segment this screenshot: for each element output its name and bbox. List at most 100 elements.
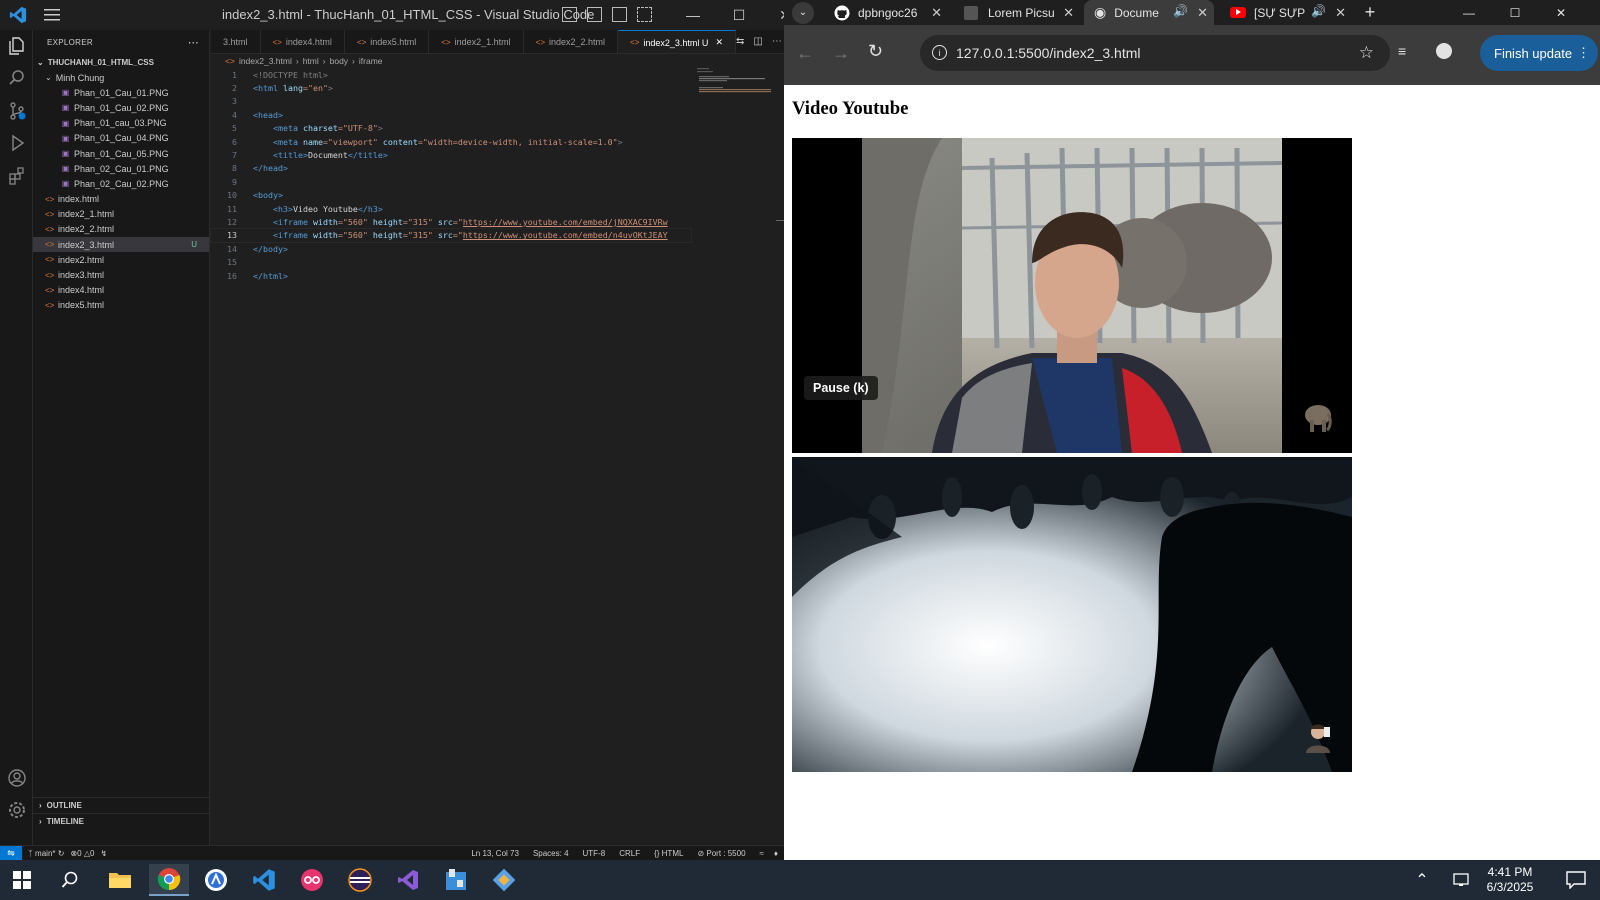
image-file-item[interactable]: ▣ Phan_02_Cau_01.PNG	[33, 161, 209, 176]
html-file-item[interactable]: <> index2_1.html	[33, 207, 209, 222]
taskbar-app-box[interactable]	[436, 864, 476, 896]
image-file-item[interactable]: ▣ Phan_01_Cau_01.PNG	[33, 85, 209, 100]
close-tab-icon[interactable]: ✕	[1197, 5, 1208, 21]
more-actions-icon[interactable]: ⋯	[188, 36, 199, 49]
taskbar-app-pink[interactable]	[292, 864, 332, 896]
close-tab-icon[interactable]: ✕	[715, 37, 723, 48]
code-url[interactable]: https://www.youtube.com/embed/jNQXAC9IVR…	[463, 217, 668, 227]
outline-section[interactable]: › OUTLINE	[33, 797, 210, 813]
broadcast-icon[interactable]: ≈	[760, 849, 764, 858]
code-editor[interactable]: 1 <!DOCTYPE html> 2 <html lang ="en" > 3 4 <h…	[210, 68, 692, 282]
image-file-item[interactable]: ▣ Phan_01_cau_03.PNG	[33, 116, 209, 131]
chrome-minimize-button[interactable]: —	[1446, 0, 1492, 25]
audio-playing-icon[interactable]: 🔊	[1311, 4, 1326, 18]
image-file-item[interactable]: ▣ Phan_01_Cau_04.PNG	[33, 131, 209, 146]
encoding[interactable]: UTF-8	[583, 849, 606, 858]
search-icon[interactable]	[7, 68, 27, 88]
tab-lorem-picsum[interactable]: Lorem Picsu ✕	[954, 0, 1080, 25]
html-file-item[interactable]: <> index.html	[33, 192, 209, 207]
back-arrow-icon[interactable]: ←	[796, 43, 814, 64]
taskbar-visual-studio[interactable]	[388, 864, 428, 896]
accounts-icon[interactable]	[7, 768, 27, 788]
youtube-embed-2[interactable]	[792, 457, 1352, 772]
html-file-item[interactable]: <> index2_3.html U	[33, 237, 209, 253]
tab-index4[interactable]: <> index4.html	[261, 30, 345, 53]
breadcrumb-body[interactable]: body	[330, 56, 348, 66]
address-bar[interactable]: i 127.0.0.1:5500/index2_3.html ☆	[920, 35, 1390, 71]
problems-status[interactable]: ⊗0 △0	[70, 849, 94, 858]
customize-layout-icon[interactable]	[637, 7, 652, 22]
indentation[interactable]: Spaces: 4	[533, 849, 569, 858]
image-file-item[interactable]: ▣ Phan_01_Cau_05.PNG	[33, 146, 209, 161]
taskbar-search-button[interactable]	[50, 864, 90, 896]
tab-index2-1[interactable]: <> index2_1.html	[429, 30, 524, 53]
tab-document[interactable]: ◉ Docume 🔊 ✕	[1084, 0, 1214, 25]
site-info-icon[interactable]: i	[932, 45, 947, 60]
maximize-button[interactable]: ☐	[716, 0, 762, 30]
toggle-secondary-sidebar-icon[interactable]	[612, 7, 627, 22]
html-file-item[interactable]: <> index5.html	[33, 298, 209, 313]
taskbar-file-explorer[interactable]	[100, 864, 140, 896]
system-clock[interactable]: 4:41 PM 6/3/2025	[1470, 865, 1550, 895]
breadcrumb-html[interactable]: html	[303, 56, 319, 66]
branch-status[interactable]: ᛉ main* ↻	[28, 849, 64, 858]
toggle-primary-sidebar-icon[interactable]	[562, 7, 577, 22]
close-tab-icon[interactable]: ✕	[1335, 5, 1346, 21]
html-file-item[interactable]: <> index2.html	[33, 252, 209, 267]
tab-index5[interactable]: <> index5.html	[345, 30, 430, 53]
lightning-icon[interactable]: ↯	[100, 849, 107, 858]
minimap[interactable]	[697, 68, 773, 108]
toggle-panel-icon[interactable]	[587, 7, 602, 22]
youtube-embed-1[interactable]: Pause (k)	[792, 138, 1352, 453]
timeline-section[interactable]: › TIMELINE	[33, 813, 210, 829]
close-tab-icon[interactable]: ✕	[1063, 5, 1074, 21]
start-button[interactable]	[2, 864, 42, 896]
folder-minh-chung[interactable]: ⌄ Minh Chung	[33, 70, 209, 85]
elephant-channel-icon[interactable]	[1300, 400, 1336, 436]
chrome-maximize-button[interactable]: ☐	[1492, 0, 1538, 25]
tab-youtube[interactable]: [SỰ SỰP 🔊 ✕	[1220, 0, 1352, 25]
source-control-icon[interactable]	[7, 101, 27, 121]
editor-scrollbar[interactable]	[776, 220, 784, 221]
channel-avatar-icon[interactable]	[1300, 719, 1336, 755]
taskbar-chrome[interactable]	[149, 864, 189, 896]
split-editor-icon[interactable]: ◫	[753, 36, 762, 47]
compare-changes-icon[interactable]: ⇆	[736, 36, 744, 47]
language-mode[interactable]: {} HTML	[654, 849, 683, 858]
cursor-position[interactable]: Ln 13, Col 73	[471, 849, 519, 858]
tab-index3[interactable]: 3.html	[211, 30, 261, 53]
taskbar-vscode[interactable]	[244, 864, 284, 896]
settings-gear-icon[interactable]	[7, 800, 27, 820]
audio-playing-icon[interactable]: 🔊	[1173, 4, 1188, 18]
hamburger-menu-icon[interactable]	[44, 8, 60, 22]
live-server-port[interactable]: ⊘ Port : 5500	[697, 849, 745, 858]
tab-index2-3[interactable]: <> index2_3.html U ✕	[618, 30, 736, 53]
bookmark-star-icon[interactable]: ☆	[1359, 43, 1374, 63]
run-and-debug-icon[interactable]	[7, 133, 27, 153]
image-file-item[interactable]: ▣ Phan_01_Cau_02.PNG	[33, 100, 209, 115]
show-hidden-icons-button[interactable]: ⌃	[1402, 864, 1442, 896]
more-actions-icon[interactable]: ⋯	[772, 36, 782, 47]
html-file-item[interactable]: <> index2_2.html	[33, 222, 209, 237]
tab-github[interactable]: dpbngoc26 ✕	[824, 0, 948, 25]
html-file-item[interactable]: <> index3.html	[33, 267, 209, 282]
remote-indicator-icon[interactable]: ⇋	[0, 845, 22, 861]
chrome-close-button[interactable]: ✕	[1538, 0, 1584, 25]
reload-icon[interactable]: ↻	[868, 41, 883, 62]
forward-arrow-icon[interactable]: →	[832, 43, 850, 64]
code-url[interactable]: https://www.youtube.com/embed/n4uvOKtJEA…	[463, 230, 668, 240]
extensions-icon[interactable]	[7, 166, 27, 186]
finish-update-button[interactable]: Finish update ⋮	[1480, 35, 1598, 71]
profile-avatar-icon[interactable]	[1436, 43, 1452, 59]
breadcrumb-iframe[interactable]: iframe	[359, 56, 383, 66]
minimize-button[interactable]: —	[670, 0, 716, 30]
close-tab-icon[interactable]: ✕	[931, 5, 942, 21]
tab-index2-2[interactable]: <> index2_2.html	[524, 30, 619, 53]
image-file-item[interactable]: ▣ Phan_02_Cau_02.PNG	[33, 176, 209, 191]
more-vert-icon[interactable]: ⋮	[1577, 45, 1590, 61]
media-controls-icon[interactable]: ≡	[1398, 43, 1406, 59]
html-file-item[interactable]: <> index4.html	[33, 283, 209, 298]
explorer-icon[interactable]	[7, 36, 27, 56]
breadcrumb-file[interactable]: index2_3.html	[239, 56, 292, 66]
taskbar-eclipse[interactable]	[340, 864, 380, 896]
